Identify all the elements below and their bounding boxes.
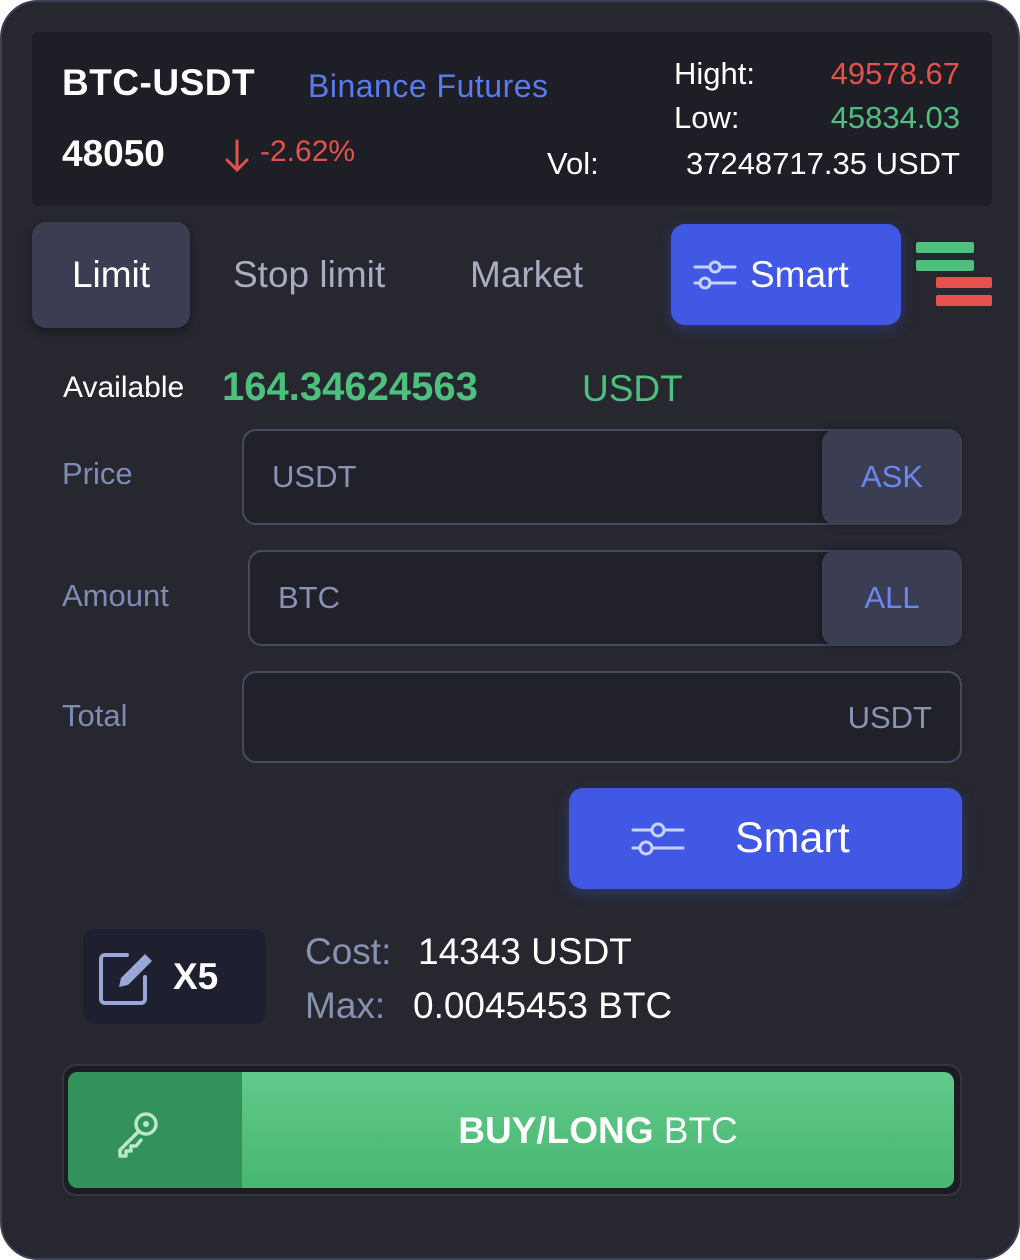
amount-input[interactable] xyxy=(278,552,798,644)
leverage-label: X5 xyxy=(173,956,219,997)
buy-button-frame: BUY/LONG BTC xyxy=(62,1064,962,1196)
key-icon xyxy=(118,1112,158,1158)
cost-label: Cost: xyxy=(305,931,392,972)
high-label: Hight: xyxy=(674,56,755,91)
sliders-icon xyxy=(693,260,737,290)
trade-panel: BTC-USDT Binance Futures 48050 -2.62% Hi… xyxy=(0,0,1020,1260)
smart-top-button[interactable]: Smart xyxy=(671,224,901,325)
available-label: Available xyxy=(63,371,185,404)
smart-order-button[interactable]: Smart xyxy=(569,788,962,889)
cost-value: 14343 USDT xyxy=(418,931,632,972)
buy-asset: BTC xyxy=(663,1110,738,1151)
low-label: Low: xyxy=(674,100,740,135)
price-change: -2.62% xyxy=(260,135,356,168)
buy-action: BUY/LONG xyxy=(458,1110,654,1151)
exchange-name[interactable]: Binance Futures xyxy=(308,68,549,105)
total-label: Total xyxy=(62,698,128,733)
smart-order-label: Smart xyxy=(735,814,850,862)
max-value: 0.0045453 BTC xyxy=(413,985,673,1026)
tab-stop-limit[interactable]: Stop limit xyxy=(233,222,385,328)
tab-limit[interactable]: Limit xyxy=(32,222,190,328)
sliders-icon xyxy=(631,822,685,856)
all-button[interactable]: ALL xyxy=(822,550,962,646)
price-label: Price xyxy=(62,456,133,491)
arrow-down-icon xyxy=(225,139,249,172)
max-label: Max: xyxy=(305,985,386,1026)
low-value: 45834.03 xyxy=(830,100,960,135)
buy-long-label: BUY/LONG BTC xyxy=(242,1072,954,1188)
amount-label: Amount xyxy=(62,578,169,613)
available-balance: 164.34624563 xyxy=(222,365,478,409)
smart-top-label: Smart xyxy=(750,254,849,295)
leverage-button[interactable]: X5 xyxy=(83,929,266,1024)
market-header: BTC-USDT Binance Futures 48050 -2.62% Hi… xyxy=(32,32,992,206)
amount-field: ALL xyxy=(248,550,962,646)
total-unit: USDT xyxy=(847,700,932,735)
price-field: ASK xyxy=(242,429,962,525)
order-book-icon[interactable] xyxy=(916,242,994,308)
price-input[interactable] xyxy=(272,431,792,523)
pair-title: BTC-USDT xyxy=(62,62,256,103)
total-field[interactable]: USDT xyxy=(242,671,962,763)
last-price: 48050 xyxy=(62,133,165,174)
available-unit: USDT xyxy=(582,368,683,409)
volume-value: 37248717.35 USDT xyxy=(685,146,960,181)
buy-long-button[interactable]: BUY/LONG BTC xyxy=(68,1072,954,1188)
tab-market[interactable]: Market xyxy=(470,222,583,328)
edit-icon xyxy=(99,953,152,1005)
volume-label: Vol: xyxy=(547,146,599,181)
ask-button[interactable]: ASK xyxy=(822,429,962,525)
key-area[interactable] xyxy=(68,1072,242,1188)
high-value: 49578.67 xyxy=(830,56,960,91)
